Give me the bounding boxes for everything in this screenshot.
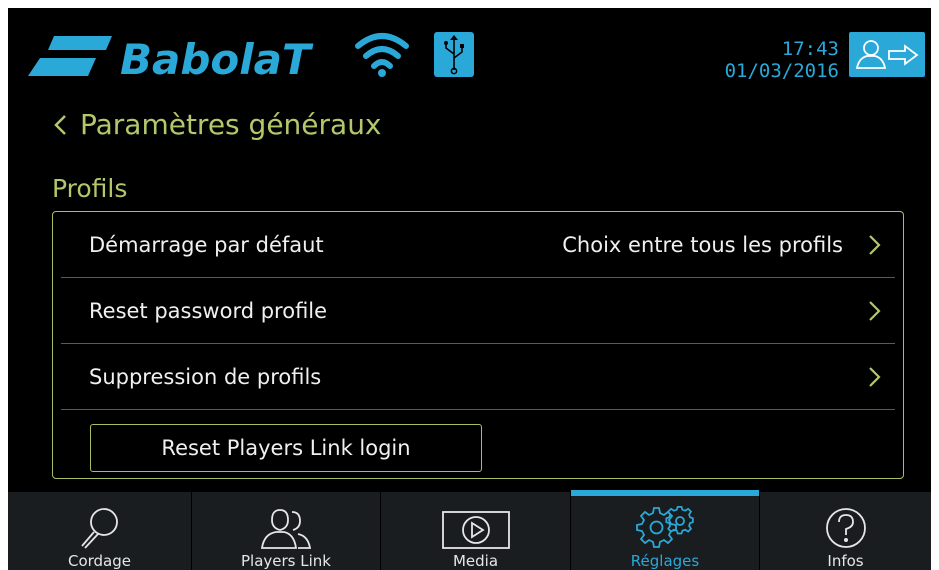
brand-text: BabolaT [120,35,314,84]
wifi-icon [355,33,409,77]
screen: BabolaT 17:43 01/03/2016 Paramètres géné… [8,8,931,570]
active-tab-indicator [571,490,759,496]
profiles-panel: Démarrage par défaut Choix entre tous le… [52,211,904,479]
nav-label: Media [452,552,499,570]
nav-label: Réglages [630,552,700,570]
setting-row-reset-password[interactable]: Reset password profile [61,278,895,344]
gears-icon [636,506,694,548]
help-icon [825,508,866,548]
usb-icon [434,32,474,77]
chevron-right-icon [869,366,881,387]
logout-icon [855,40,919,69]
babolat-logo: BabolaT [28,35,314,84]
racket-icon [80,508,118,549]
page-title: Paramètres généraux [80,108,382,141]
back-button[interactable]: Paramètres généraux [52,108,382,141]
nav-label: Infos [827,552,864,570]
datetime-display: 17:43 01/03/2016 [725,38,839,82]
nav-item-cordage[interactable]: Cordage [8,492,192,570]
chevron-right-icon [869,234,881,255]
reset-players-link-button[interactable]: Reset Players Link login [90,424,482,472]
time-text: 17:43 [781,38,839,60]
setting-label: Démarrage par défaut [89,232,324,257]
bottom-nav: Cordage Players Link Media Réglages Info… [8,490,931,570]
nav-item-infos[interactable]: Infos [760,492,931,570]
players-icon [260,509,312,549]
setting-row-delete-profiles[interactable]: Suppression de profils [61,344,895,410]
nav-item-reglages[interactable]: Réglages [571,490,760,570]
nav-label: Cordage [67,552,132,570]
play-icon [441,511,510,549]
setting-label: Suppression de profils [89,364,322,389]
nav-item-players-link[interactable]: Players Link [192,492,381,570]
setting-value: Choix entre tous les profils [562,232,843,257]
nav-label: Players Link [241,552,331,570]
chevron-left-icon [54,114,66,135]
nav-item-media[interactable]: Media [381,492,571,570]
setting-label: Reset password profile [89,298,328,323]
date-text: 01/03/2016 [724,60,839,82]
chevron-right-icon [869,300,881,321]
logout-button[interactable] [849,32,925,77]
setting-row-default-startup[interactable]: Démarrage par défaut Choix entre tous le… [61,212,895,278]
section-title: Profils [52,174,128,203]
